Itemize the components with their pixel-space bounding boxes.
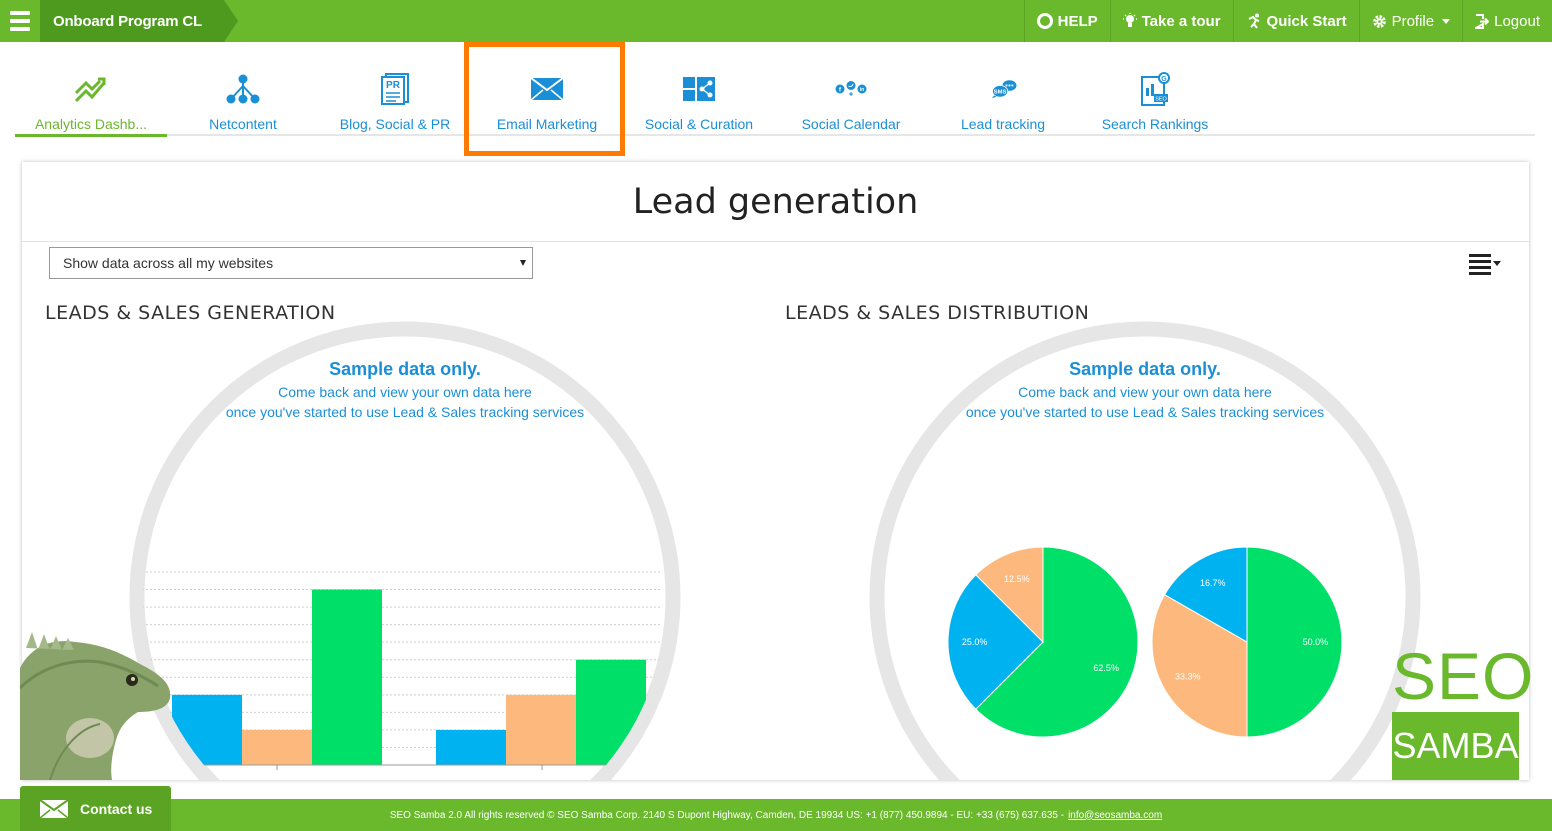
svg-text:SEO: SEO [1155,97,1167,103]
bar [506,694,576,765]
tab-search-rankings[interactable]: G SEO Search Rankings [1079,60,1231,136]
network-icon [226,72,260,106]
charts-canvas: 62.5% 25.0% 12.5% 50.0% 33.3% 16.7% [129,321,1421,780]
svg-text:PR: PR [386,80,401,91]
running-man-icon [1248,13,1259,29]
take-a-tour-label: Take a tour [1141,12,1221,30]
pie-slice-label: 50.0% [1303,637,1329,647]
bar [242,729,312,765]
tab-social-calendar[interactable]: f in Social Calendar [775,60,927,136]
help-button[interactable]: HELP [1023,0,1110,42]
take-a-tour-button[interactable]: Take a tour [1109,0,1233,42]
bar [576,659,646,765]
program-name[interactable]: Onboard Program CL [40,0,238,42]
svg-text:SMS: SMS [994,90,1007,96]
contact-us-label: Contact us [80,800,153,817]
tab-label: Netcontent [209,116,277,132]
tab-analytics-dashboard[interactable]: Analytics Dashb... [15,60,167,137]
pie-slice-label: 62.5% [1093,663,1119,673]
pie-slice-label: 16.7% [1200,578,1226,588]
lifebuoy-icon [1036,13,1053,29]
social-networks-icon: f in [834,72,868,106]
highlight-box [464,42,625,156]
profile-label: Profile [1391,12,1435,30]
sample-line-1: Come back and view your own data here [278,384,532,400]
logo-samba-text: SAMBA [1392,712,1519,780]
tab-label: Search Rankings [1101,116,1209,132]
iguana-mascot-image [20,632,171,780]
pie-slice-label: 25.0% [962,637,988,647]
top-bar: Onboard Program CL HELP Take a tour Quic… [0,0,1552,42]
logout-icon [1475,13,1490,29]
tab-label: Analytics Dashb... [34,116,148,132]
logout-label: Logout [1494,12,1540,30]
lead-generation-panel: Lead generation Show data across all my … [22,162,1529,780]
footer: SEO Samba 2.0 All rights reserved © SEO … [0,799,1552,831]
tab-label: Social Calendar [801,116,901,132]
contact-us-button[interactable]: Contact us [20,786,171,831]
logout-button[interactable]: Logout [1462,0,1552,42]
pie-chart-2: 50.0% 33.3% 16.7% [1151,546,1343,738]
sample-notice-right: Sample data only. Come back and view you… [935,359,1355,422]
svg-text:in: in [860,87,864,93]
sms-chat-icon: SMS [986,72,1020,106]
quick-start-button[interactable]: Quick Start [1232,0,1359,42]
hamburger-menu-icon[interactable] [0,0,40,42]
sample-notice-left: Sample data only. Come back and view you… [195,359,615,422]
seo-samba-logo: SEO SAMBA [1392,639,1535,780]
tab-label: Lead tracking [960,116,1046,132]
share-curation-icon [682,72,716,106]
pie-slice-label: 12.5% [1004,574,1030,584]
tab-lead-tracking[interactable]: SMS Lead tracking [927,60,1079,136]
quick-start-label: Quick Start [1266,12,1347,30]
sample-line-2: once you've started to use Lead & Sales … [225,404,585,420]
pie-slice-label: 33.3% [1175,671,1201,681]
bar-chart [143,589,662,770]
sample-title: Sample data only. [1069,359,1221,379]
lightbulb-icon [1122,13,1137,27]
sample-title: Sample data only. [329,359,481,379]
tab-label: Social & Curation [644,116,754,132]
envelope-icon [40,799,68,818]
bar [436,729,506,765]
tab-blog-social-pr[interactable]: PR Blog, Social & PR [319,60,471,136]
tab-netcontent[interactable]: Netcontent [167,60,319,136]
module-tabs: Analytics Dashb... Netcontent PR Blog, S… [15,60,1535,137]
tab-label: Blog, Social & PR [339,116,451,132]
sample-line-2: once you've started to use Lead & Sales … [965,404,1325,420]
footer-email-link[interactable]: info@seosamba.com [1068,810,1162,821]
footer-text: SEO Samba 2.0 All rights reserved © SEO … [389,809,1065,821]
gear-icon [1372,14,1386,28]
bar [312,589,382,765]
top-nav: HELP Take a tour Quick Start Profile Log… [1023,0,1552,42]
logo-seo-text: SEO [1392,639,1535,713]
profile-menu[interactable]: Profile [1358,0,1463,42]
pie-chart-1: 62.5% 25.0% 12.5% [947,546,1139,738]
tab-social-curation[interactable]: Social & Curation [623,60,775,136]
trend-chart-icon [74,72,108,106]
seo-rankings-icon: G SEO [1138,72,1172,106]
svg-text:G: G [1161,76,1167,83]
pr-document-icon: PR [378,72,412,106]
help-label: HELP [1057,12,1098,30]
chevron-down-icon [1442,18,1451,24]
sample-line-1: Come back and view your own data here [1018,384,1272,400]
